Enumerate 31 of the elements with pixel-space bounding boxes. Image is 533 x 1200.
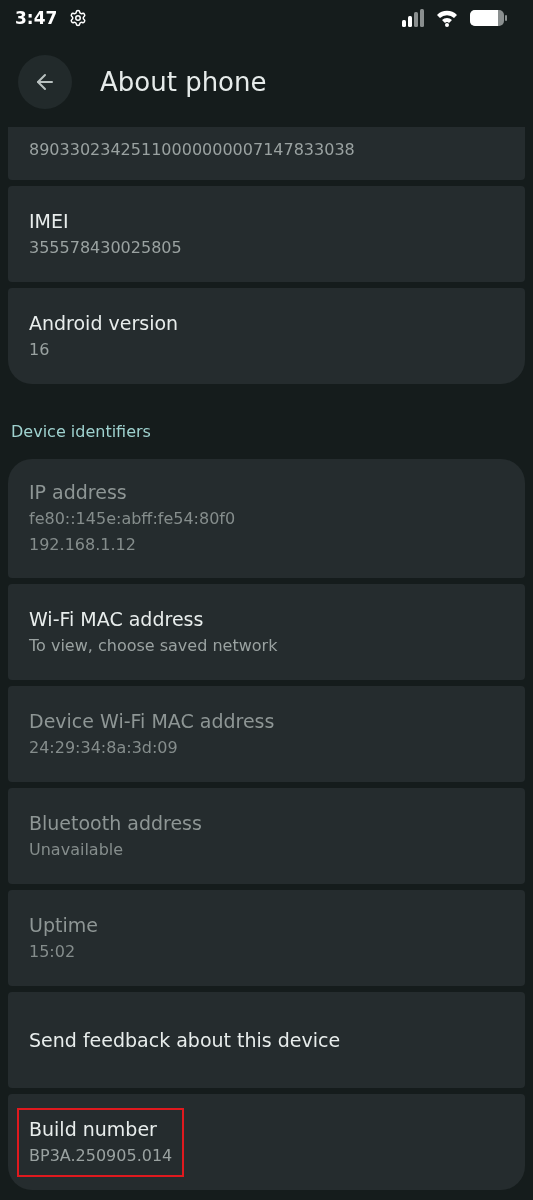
item-title: Uptime bbox=[29, 912, 99, 938]
section-header: Device identifiers bbox=[10, 421, 152, 443]
item-value: BP3A.250905.014 bbox=[29, 1144, 173, 1167]
battery-icon bbox=[470, 9, 507, 27]
item-title: Android version bbox=[29, 310, 180, 336]
item-value: Unavailable bbox=[29, 838, 125, 861]
item-value: fe80::145e:abff:fe54:80f0 192.168.1.12 bbox=[29, 508, 237, 556]
item-title: Device Wi-Fi MAC address bbox=[29, 708, 276, 734]
list-item[interactable]: Android version 16 bbox=[8, 288, 525, 384]
item-title: Send feedback about this device bbox=[29, 1027, 342, 1053]
item-value: 355578430025805 bbox=[29, 236, 183, 259]
item-title: IP address bbox=[29, 480, 128, 505]
item-value: 15:02 bbox=[29, 940, 77, 963]
list-item[interactable]: IMEI 355578430025805 bbox=[8, 186, 525, 282]
item-title: Build number bbox=[29, 1116, 158, 1142]
page-title: About phone bbox=[100, 66, 267, 97]
item-value: 24:29:34:8a:3d:09 bbox=[29, 736, 179, 759]
item-value: 89033023425110000000007147833038 bbox=[29, 138, 356, 161]
list-item[interactable]: Wi-Fi MAC address To view, choose saved network bbox=[8, 584, 525, 680]
clock: 3:47 bbox=[15, 8, 58, 28]
list-item[interactable]: Send feedback about this device bbox=[8, 992, 525, 1088]
wifi-icon bbox=[436, 9, 458, 27]
settings-icon bbox=[69, 9, 88, 27]
list-item[interactable]: Build number BP3A.250905.014 bbox=[8, 1094, 525, 1190]
item-title: Wi-Fi MAC address bbox=[29, 606, 205, 632]
list-item[interactable]: 89033023425110000000007147833038 bbox=[8, 127, 525, 180]
item-title: IMEI bbox=[29, 208, 70, 234]
item-title: Bluetooth address bbox=[29, 810, 203, 836]
item-value: To view, choose saved network bbox=[29, 634, 279, 657]
signal-icon bbox=[402, 9, 424, 27]
item-value: 16 bbox=[29, 338, 51, 361]
